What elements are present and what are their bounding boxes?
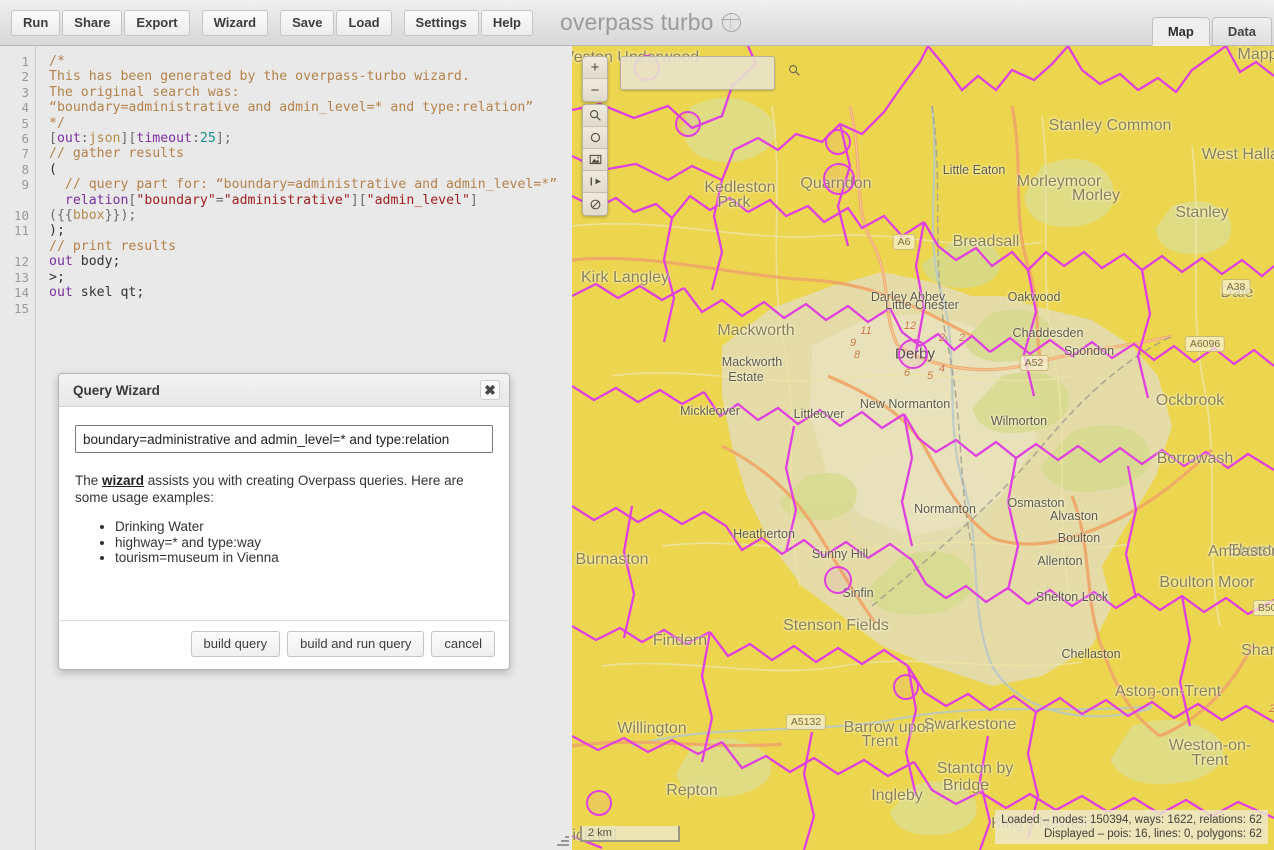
map-node-marker[interactable] <box>898 339 928 369</box>
map-status-panel: Loaded – nodes: 150394, ways: 1622, rela… <box>995 810 1268 844</box>
map-search-box[interactable] <box>620 56 800 90</box>
export-button[interactable]: Export <box>124 9 190 36</box>
save-button[interactable]: Save <box>280 9 335 36</box>
query-wizard-dialog: Query Wizard ✖ The wizard assists you wi… <box>58 373 510 670</box>
wizard-query-input[interactable] <box>75 425 493 453</box>
line-number-wrap <box>0 193 36 208</box>
circle-icon[interactable] <box>583 127 607 149</box>
toolbar-group-query: Run Share Export <box>10 9 191 36</box>
globe-icon <box>720 13 741 32</box>
image-icon[interactable] <box>583 149 607 171</box>
tab-map[interactable]: Map <box>1151 17 1210 45</box>
zoom-in-button[interactable]: + <box>583 57 607 79</box>
code-line-14: >; <box>49 269 65 285</box>
line-number: 6 <box>21 131 29 147</box>
close-icon[interactable]: ✖ <box>480 380 500 400</box>
settings-button[interactable]: Settings <box>403 9 479 36</box>
toolbar-group-file: Save Load <box>279 9 392 36</box>
map-canvas <box>572 46 1274 850</box>
fit-bounds-icon[interactable] <box>583 171 607 193</box>
wizard-header: Query Wizard ✖ <box>59 374 509 407</box>
line-number: 8 <box>21 161 29 177</box>
map-node-marker[interactable] <box>586 790 612 816</box>
code-line-7: // gather results <box>49 146 184 162</box>
map-search-input[interactable] <box>621 66 788 80</box>
status-displayed-line: Displayed – pois: 16, lines: 0, polygons… <box>1044 828 1262 840</box>
code-line-10: relation["boundary"="administrative"]["a… <box>49 192 478 224</box>
code-line-8: ( <box>49 161 57 177</box>
wizard-body: The wizard assists you with creating Ove… <box>59 407 509 576</box>
line-number: 3 <box>21 84 29 100</box>
build-query-button[interactable]: build query <box>190 630 281 657</box>
wizard-description-pre: The <box>75 473 103 488</box>
list-item: highway=* and type:way <box>115 535 493 551</box>
line-number: 10 <box>13 208 29 224</box>
code-line-12: // print results <box>49 238 177 254</box>
wizard-button[interactable]: Wizard <box>201 9 269 36</box>
map-node-marker[interactable] <box>825 129 851 155</box>
map-tool-controls <box>582 104 608 216</box>
map-node-marker[interactable] <box>893 674 919 700</box>
line-number: 5 <box>21 115 29 131</box>
line-number-column: 123456789 10 11 12 13 14 15 <box>0 54 36 316</box>
editor-gutter: 123456789 10 11 12 13 14 15 <box>0 46 36 850</box>
run-button[interactable]: Run <box>11 9 61 36</box>
line-number: 12 <box>13 254 29 270</box>
wizard-help-link[interactable]: wizard <box>102 473 144 488</box>
toolbar-group-wizard: Wizard <box>201 9 270 36</box>
line-number: 7 <box>21 146 29 162</box>
zoom-out-button[interactable]: − <box>583 79 607 101</box>
status-loaded-line: Loaded – nodes: 150394, ways: 1622, rela… <box>1001 814 1262 826</box>
code-line-11: ); <box>49 223 65 239</box>
wizard-description: The wizard assists you with creating Ove… <box>75 472 493 506</box>
editor-resize-handle[interactable] <box>555 833 569 847</box>
help-button[interactable]: Help <box>480 9 533 36</box>
no-entry-icon[interactable] <box>583 193 607 215</box>
magnifier-icon[interactable] <box>583 105 607 127</box>
line-number: 9 <box>21 177 29 193</box>
list-item: tourism=museum in Vienna <box>115 550 493 566</box>
brand-title: overpass turbo <box>560 9 714 35</box>
view-tab-bar: Map Data <box>1150 17 1272 45</box>
build-and-run-query-button[interactable]: build and run query <box>287 630 425 657</box>
overpass-turbo-app: Run Share Export Wizard Save Load Settin… <box>0 0 1274 850</box>
line-number: 13 <box>13 269 29 285</box>
code-line-1: /* This has been generated by the overpa… <box>49 54 534 131</box>
wizard-footer: build query build and run query cancel <box>59 619 509 669</box>
line-number: 2 <box>21 69 29 85</box>
load-button[interactable]: Load <box>336 9 392 36</box>
wizard-title: Query Wizard <box>73 382 160 398</box>
top-toolbar: Run Share Export Wizard Save Load Settin… <box>0 0 1274 46</box>
wizard-examples-list: Drinking Water highway=* and type:way to… <box>75 519 493 566</box>
line-number: 4 <box>21 100 29 116</box>
line-number: 14 <box>13 285 29 301</box>
map-scale-bar: 2 km <box>580 826 680 842</box>
magnifier-icon[interactable] <box>788 64 809 82</box>
map-view[interactable]: Weston UnderwoodMappeStanley CommonWest … <box>572 46 1274 850</box>
zoom-controls: + − <box>582 56 608 102</box>
map-node-marker[interactable] <box>675 111 701 137</box>
line-number: 11 <box>13 223 29 239</box>
code-line-15: out skel qt; <box>49 285 145 301</box>
line-number-wrap <box>0 239 36 254</box>
toolbar-group-misc: Settings Help <box>403 9 534 36</box>
cancel-button[interactable]: cancel <box>431 630 495 657</box>
map-node-marker[interactable] <box>823 163 855 195</box>
line-number: 1 <box>21 54 29 69</box>
code-line-9: // query part for: “boundary=administrat… <box>49 177 558 193</box>
tab-data[interactable]: Data <box>1211 17 1272 45</box>
code-line-6: [out:json][timeout:25]; <box>49 131 232 147</box>
code-line-13: out body; <box>49 254 121 270</box>
share-button[interactable]: Share <box>62 9 123 36</box>
map-node-marker[interactable] <box>824 566 852 594</box>
line-number: 15 <box>13 300 29 316</box>
list-item: Drinking Water <box>115 519 493 535</box>
app-brand: overpass turbo <box>560 9 741 36</box>
